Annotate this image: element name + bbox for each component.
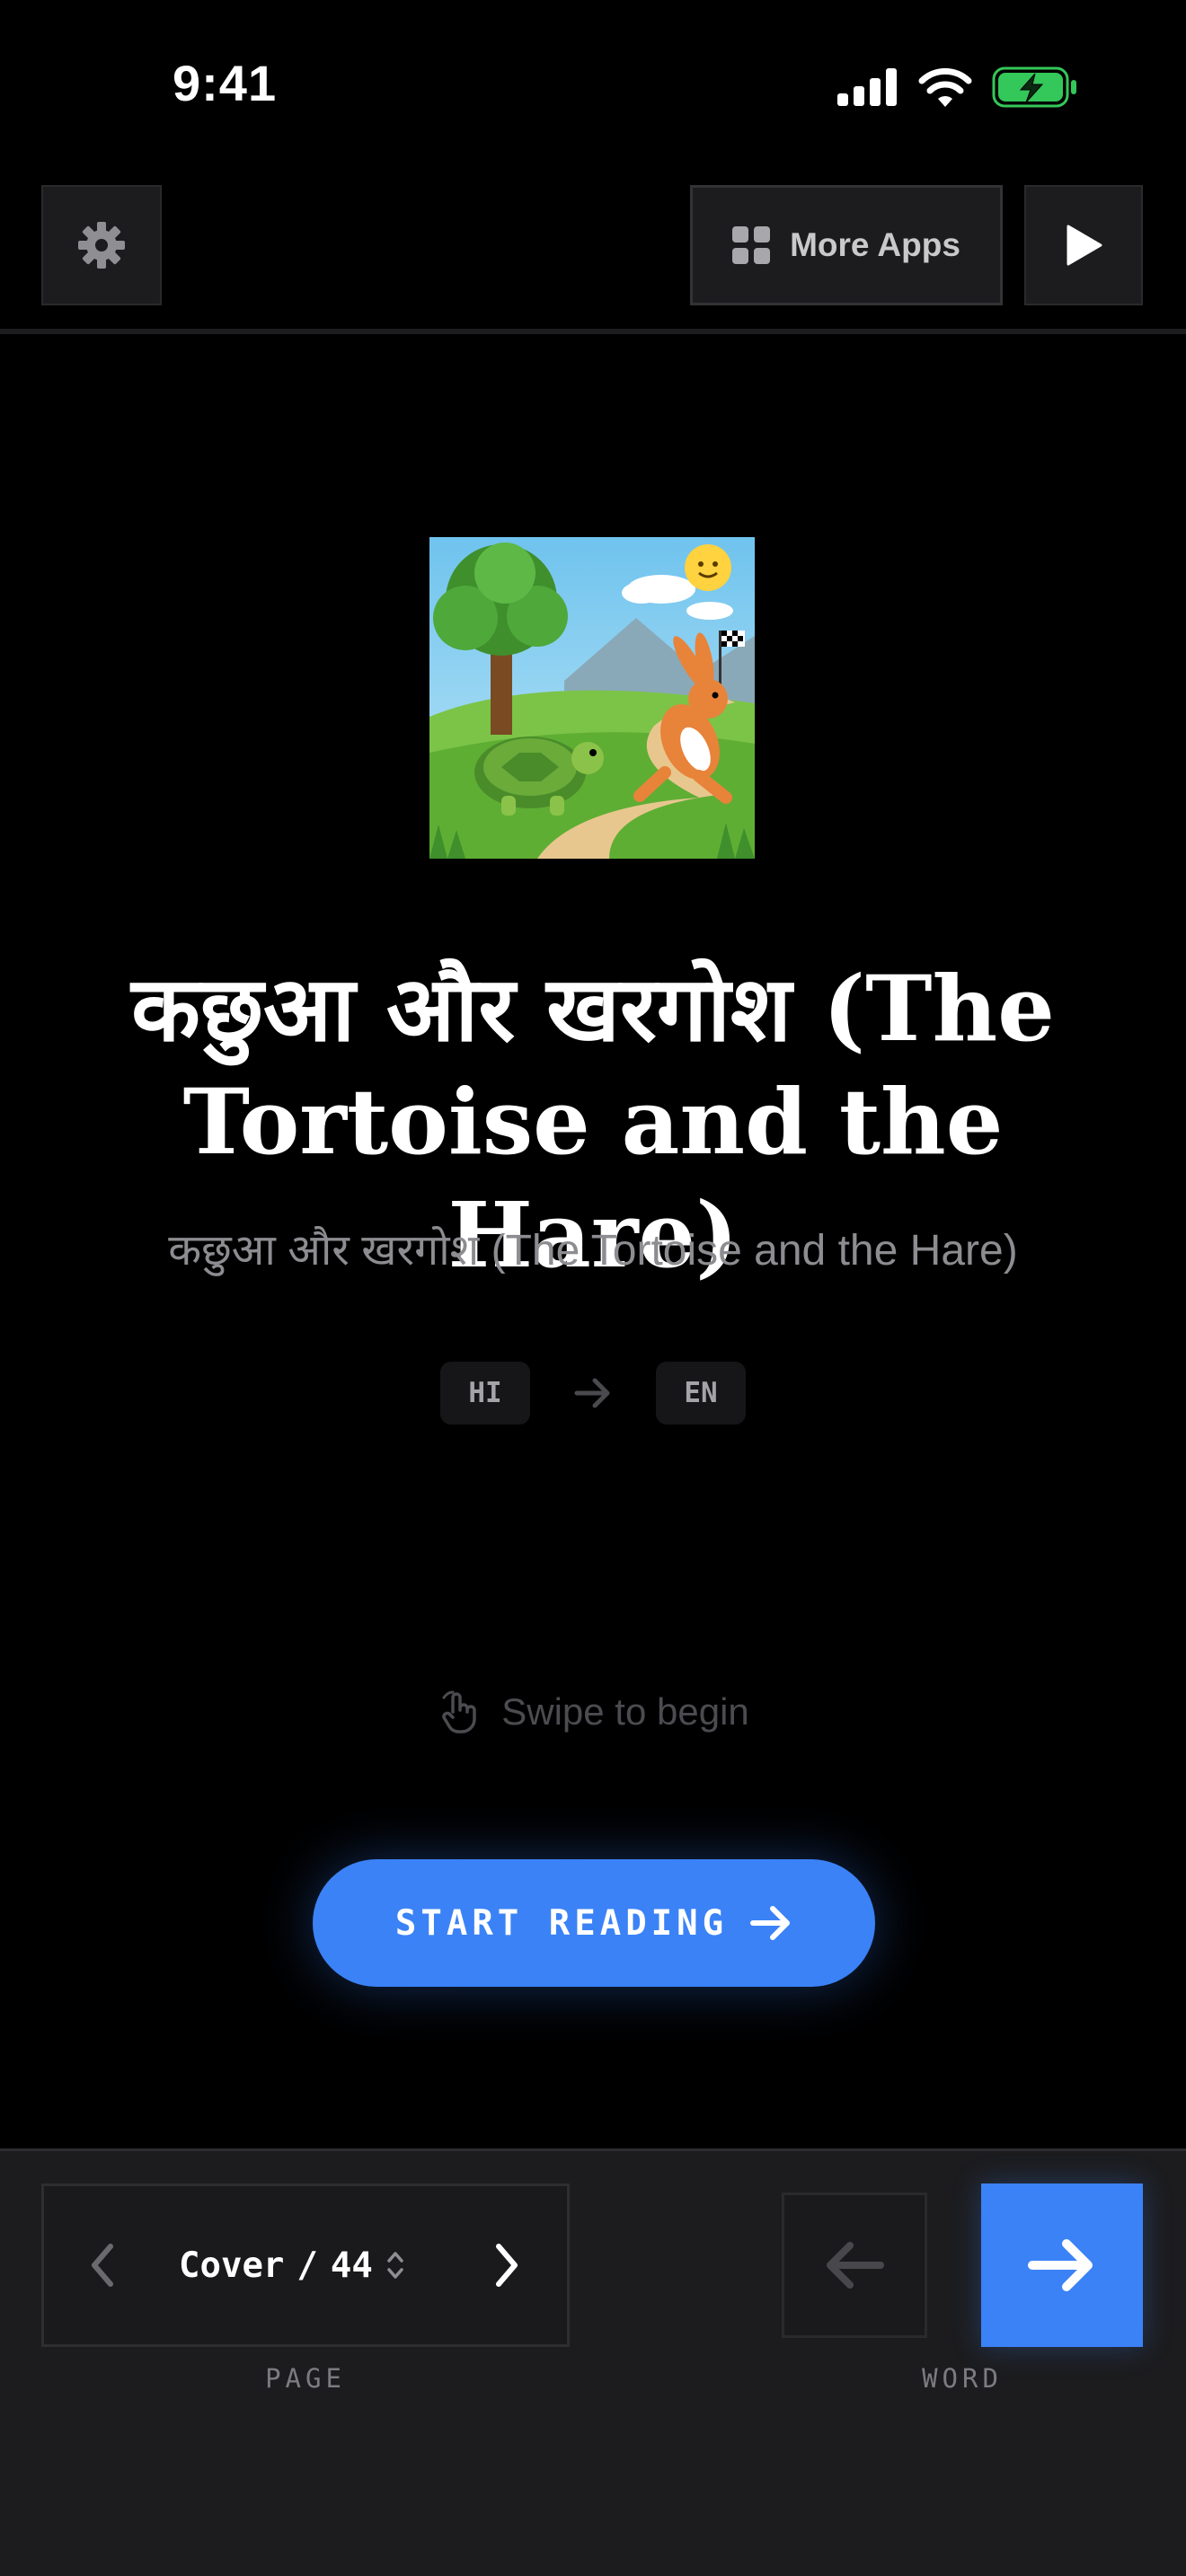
wifi-icon — [918, 67, 972, 107]
hand-swipe-icon — [442, 1690, 476, 1734]
more-apps-button[interactable]: More Apps — [690, 185, 1003, 305]
current-page: Cover — [179, 2245, 285, 2286]
chevron-left-icon — [92, 2244, 113, 2287]
page-label: PAGE — [265, 2363, 346, 2394]
more-apps-label: More Apps — [790, 226, 960, 263]
bottom-navigation: Cover / 44 PAGE WORD — [0, 2148, 1186, 2576]
chevron-updown-icon — [387, 2252, 403, 2279]
start-reading-label: START READING — [394, 1902, 729, 1944]
word-label: WORD — [922, 2363, 1003, 2394]
swipe-hint-text: Swipe to begin — [501, 1690, 749, 1733]
status-time: 9:41 — [173, 55, 278, 111]
page-separator: / — [296, 2245, 318, 2286]
next-word-button[interactable] — [981, 2183, 1143, 2347]
previous-page-button[interactable] — [80, 2236, 125, 2294]
top-toolbar: More Apps — [0, 185, 1186, 331]
previous-word-button[interactable] — [782, 2192, 927, 2338]
arrow-left-icon — [827, 2242, 884, 2289]
source-language-badge: HI — [440, 1362, 530, 1425]
play-button[interactable] — [1024, 185, 1143, 305]
arrow-right-icon — [1028, 2239, 1093, 2291]
start-reading-button[interactable]: START READING — [313, 1859, 875, 1987]
chevron-right-icon — [496, 2244, 518, 2287]
next-page-button[interactable] — [484, 2236, 529, 2294]
cover-illustration — [429, 537, 755, 859]
battery-charging-icon — [992, 66, 1076, 108]
status-bar: 9:41 — [0, 0, 1186, 171]
page-control: Cover / 44 — [41, 2183, 570, 2347]
signal-icon — [837, 68, 897, 106]
language-pair: HI EN — [0, 1362, 1186, 1425]
target-language-badge: EN — [656, 1362, 746, 1425]
arrow-right-icon — [750, 1906, 791, 1940]
page-selector[interactable]: Cover / 44 — [179, 2231, 405, 2299]
toolbar-divider — [0, 329, 1186, 334]
swipe-hint: Swipe to begin — [0, 1689, 1186, 1735]
status-icons — [837, 66, 1078, 108]
book-subtitle: कछुआ और खरगोश (The Tortoise and the Hare… — [168, 1227, 1018, 1275]
grid-icon — [732, 226, 771, 264]
total-pages: 44 — [330, 2245, 373, 2286]
settings-button[interactable] — [41, 185, 162, 305]
arrow-right-icon — [574, 1378, 610, 1408]
play-icon — [1067, 225, 1102, 266]
gear-icon — [78, 222, 125, 269]
